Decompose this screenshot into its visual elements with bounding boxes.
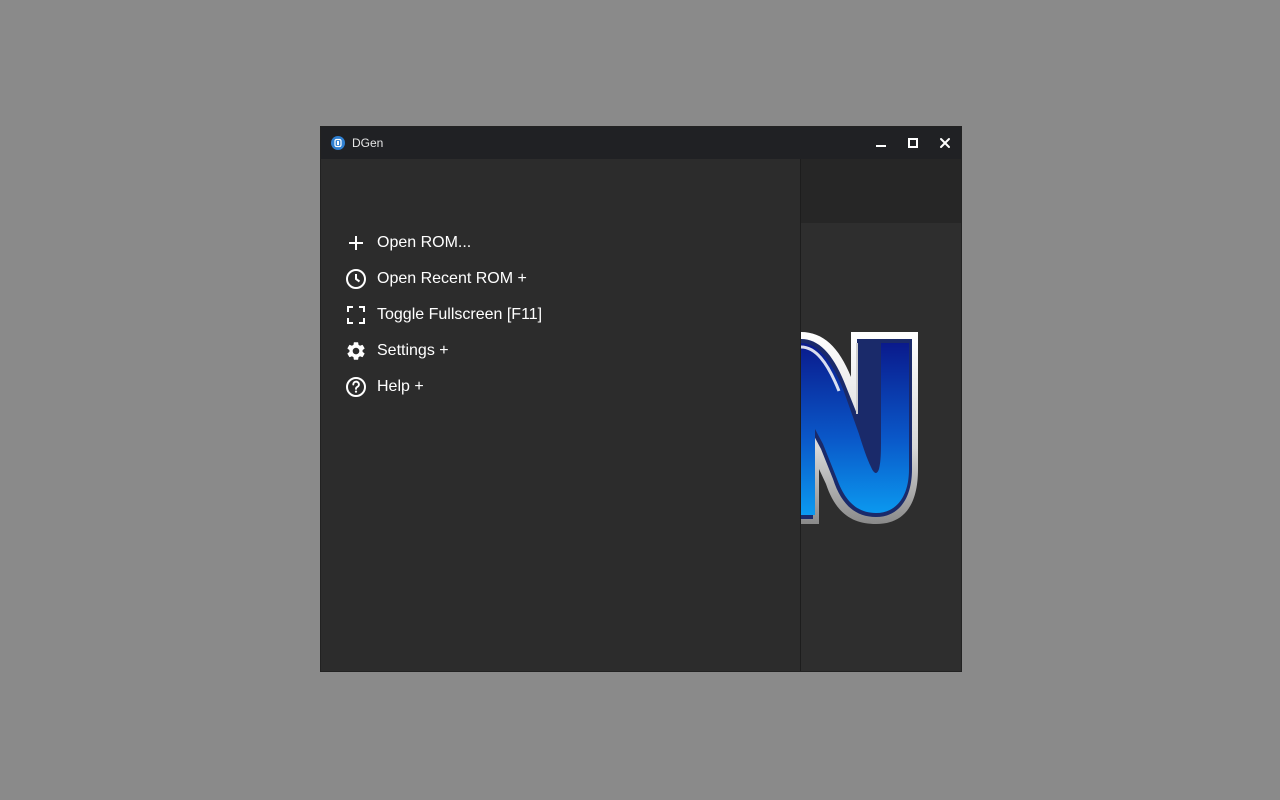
menu-item-toggle-fullscreen[interactable]: Toggle Fullscreen [F11] bbox=[345, 297, 542, 333]
app-icon bbox=[331, 136, 345, 150]
plus-icon bbox=[345, 232, 367, 254]
window-controls bbox=[865, 127, 961, 159]
menu-item-label: Open ROM... bbox=[377, 234, 472, 251]
maximize-icon bbox=[908, 138, 918, 148]
close-icon bbox=[940, 138, 950, 148]
menu-item-label: Open Recent ROM + bbox=[377, 270, 527, 287]
side-menu: Open ROM... Open Recent ROM + Toggle Ful… bbox=[321, 159, 801, 671]
gear-icon bbox=[345, 340, 367, 362]
menu-item-help[interactable]: Help + bbox=[345, 369, 542, 405]
menu-list: Open ROM... Open Recent ROM + Toggle Ful… bbox=[345, 225, 542, 405]
fullscreen-icon bbox=[345, 304, 367, 326]
title-bar[interactable]: DGen bbox=[321, 127, 961, 159]
close-button[interactable] bbox=[929, 127, 961, 159]
main-area: Open ROM... Open Recent ROM + Toggle Ful… bbox=[321, 159, 961, 671]
dgen-logo bbox=[801, 332, 918, 524]
window-title: DGen bbox=[352, 136, 384, 150]
menu-item-label: Toggle Fullscreen [F11] bbox=[377, 306, 543, 323]
menu-item-settings[interactable]: Settings + bbox=[345, 333, 542, 369]
minimize-icon bbox=[876, 145, 886, 147]
content-header bbox=[801, 159, 961, 223]
clock-icon bbox=[345, 268, 367, 290]
menu-item-open-rom[interactable]: Open ROM... bbox=[345, 225, 542, 261]
help-icon bbox=[345, 376, 367, 398]
minimize-button[interactable] bbox=[865, 127, 897, 159]
maximize-button[interactable] bbox=[897, 127, 929, 159]
menu-item-label: Settings + bbox=[377, 342, 449, 359]
content-pane bbox=[801, 159, 961, 671]
menu-item-label: Help + bbox=[377, 378, 424, 395]
menu-item-open-recent-rom[interactable]: Open Recent ROM + bbox=[345, 261, 542, 297]
app-window: DGen Open ROM... Open Recent ROM + Toggl… bbox=[321, 127, 961, 671]
